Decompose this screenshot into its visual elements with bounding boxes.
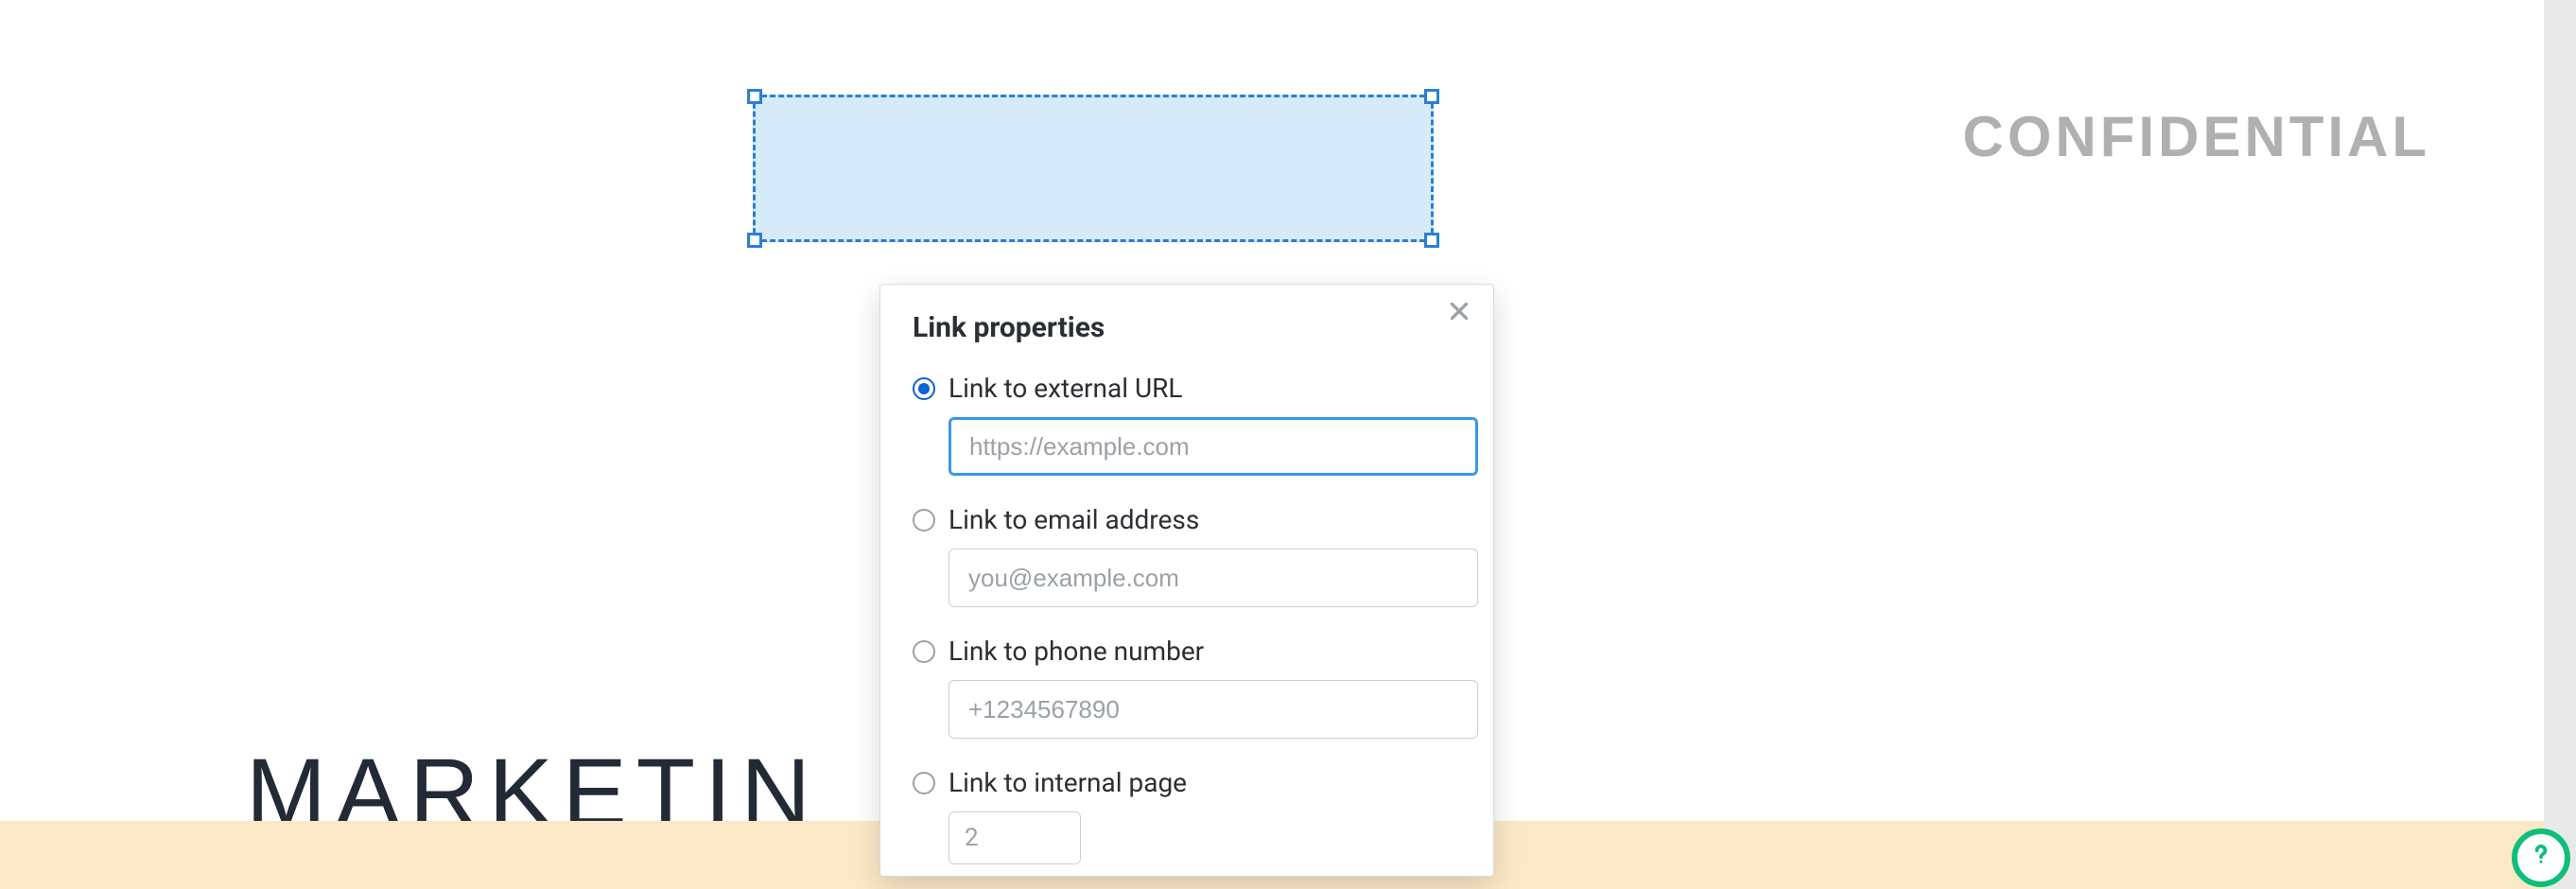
resize-handle-top-left[interactable] [747, 89, 762, 104]
label-internal-page: Link to internal page [949, 767, 1187, 798]
input-phone[interactable] [949, 680, 1478, 739]
help-icon [2527, 839, 2555, 877]
hyperlink-selection-box[interactable] [753, 95, 1434, 242]
right-scroll-gutter[interactable] [2544, 0, 2576, 889]
link-properties-popup: Link properties Link to external URL Lin… [879, 284, 1494, 877]
label-external-url: Link to external URL [949, 373, 1182, 404]
option-external-url: Link to external URL [913, 373, 1461, 476]
radio-email[interactable] [913, 509, 935, 532]
option-internal-page: Link to internal page 2 [913, 767, 1461, 864]
label-email: Link to email address [949, 504, 1199, 535]
radio-internal-page[interactable] [913, 772, 935, 794]
option-email: Link to email address [913, 504, 1461, 607]
input-internal-page[interactable]: 2 [949, 811, 1081, 864]
watermark-text: CONFIDENTIAL [1962, 104, 2430, 169]
resize-handle-top-right[interactable] [1424, 89, 1439, 104]
radio-phone[interactable] [913, 640, 935, 663]
popup-title: Link properties [913, 311, 1461, 344]
help-button[interactable] [2512, 828, 2570, 887]
label-phone: Link to phone number [949, 636, 1204, 667]
input-external-url[interactable] [949, 417, 1478, 476]
close-icon [1447, 299, 1471, 327]
input-email[interactable] [949, 549, 1478, 607]
resize-handle-bottom-right[interactable] [1424, 233, 1439, 248]
radio-external-url[interactable] [913, 377, 935, 400]
option-phone: Link to phone number [913, 636, 1461, 739]
resize-handle-bottom-left[interactable] [747, 233, 762, 248]
popup-close-button[interactable] [1442, 296, 1476, 330]
